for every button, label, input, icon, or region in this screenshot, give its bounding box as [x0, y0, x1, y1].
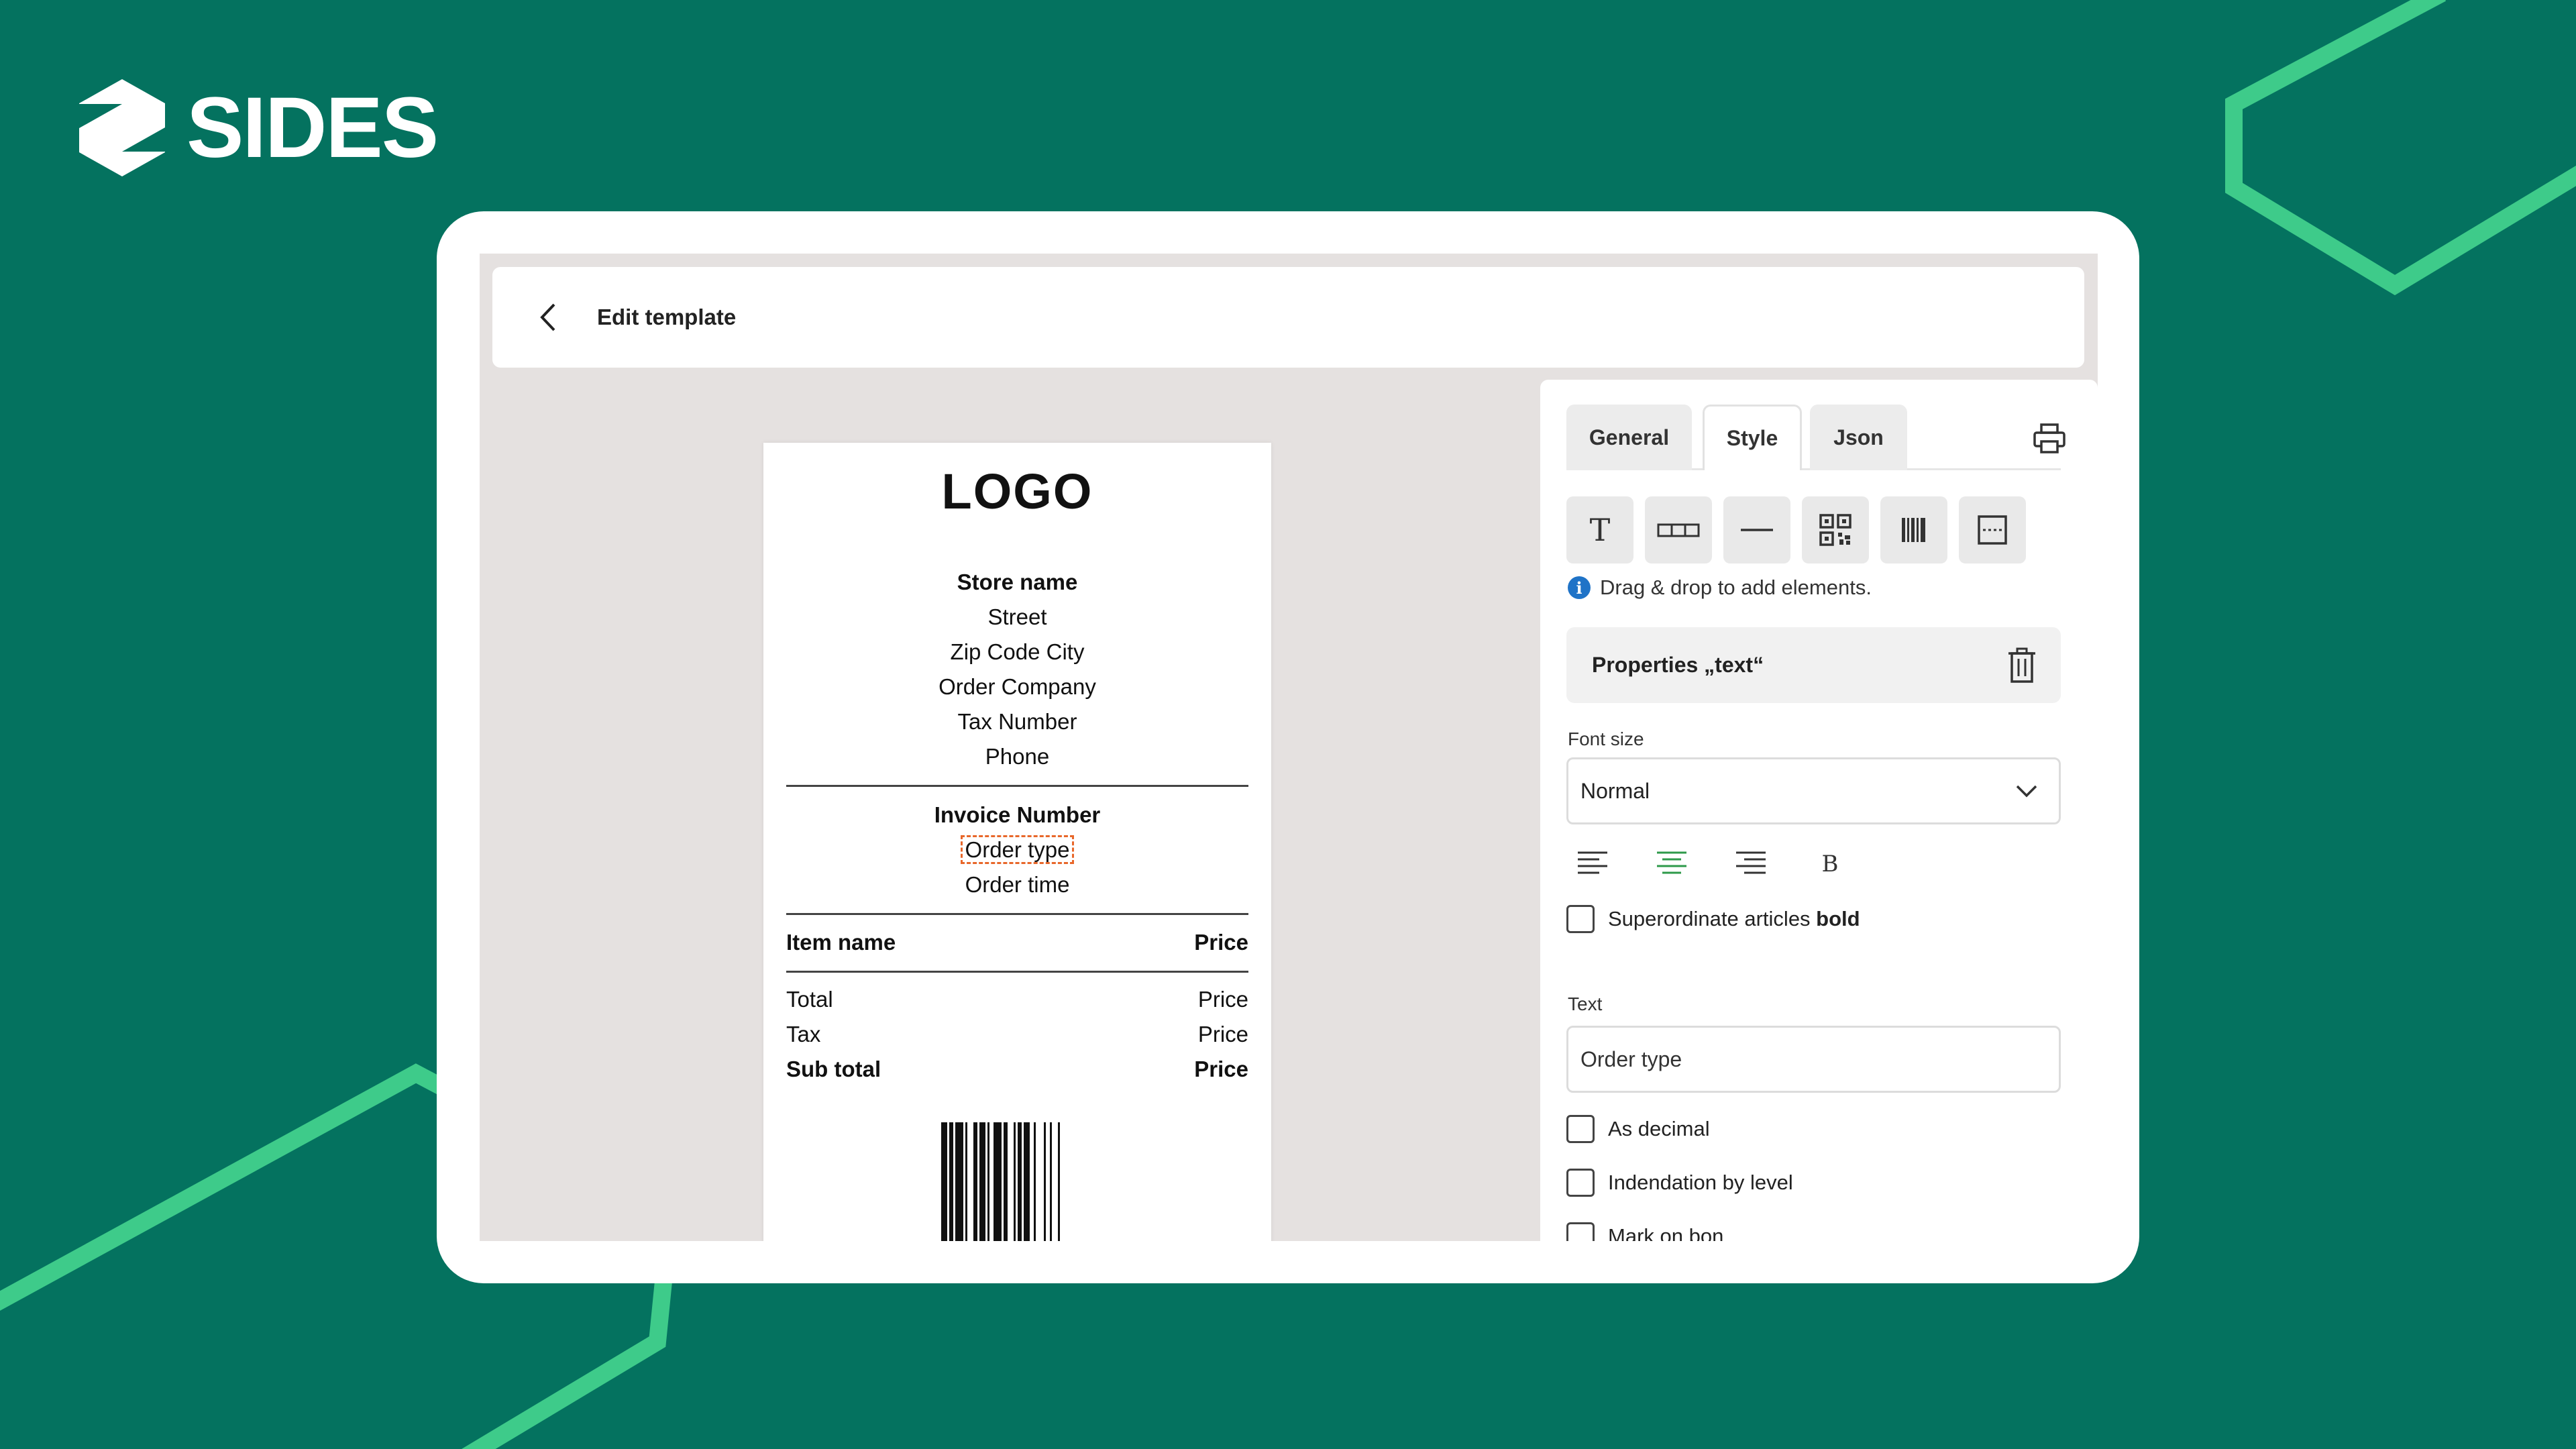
- table-tool-icon: [1657, 523, 1700, 537]
- alignment-controls: B: [1575, 846, 1847, 881]
- as-decimal-checkbox[interactable]: As decimal: [1566, 1115, 1710, 1143]
- tab-style[interactable]: Style: [1703, 405, 1802, 470]
- qr-code-tool-icon: [1819, 514, 1851, 546]
- subtotal-label: Sub total: [786, 1057, 881, 1081]
- receipt-barcode[interactable]: [941, 1122, 1094, 1241]
- printer-icon[interactable]: [2032, 421, 2067, 456]
- price-header: Price: [1194, 930, 1248, 955]
- receipt-table-header[interactable]: Item name Price: [786, 925, 1248, 960]
- tax-label: Tax: [786, 1022, 821, 1046]
- text-field-label: Text: [1568, 994, 1603, 1014]
- element-toolbar: T: [1566, 496, 2026, 564]
- text-tool-icon: T: [1590, 512, 1611, 548]
- align-right-icon[interactable]: [1733, 846, 1768, 881]
- line-tool-icon: [1741, 529, 1773, 531]
- receipt-phone[interactable]: Phone: [763, 739, 1271, 774]
- properties-title: Properties „text“: [1592, 653, 1764, 677]
- receipt-street[interactable]: Street: [763, 600, 1271, 635]
- trash-icon[interactable]: [2006, 647, 2038, 684]
- superordinate-bold-checkbox[interactable]: Superordinate articles bold: [1566, 905, 1860, 933]
- box-tool-button[interactable]: [1959, 496, 2026, 564]
- text-input[interactable]: [1566, 1026, 2061, 1093]
- back-button[interactable]: [535, 301, 562, 334]
- receipt-order-type-selected[interactable]: Order type: [960, 835, 1075, 864]
- text-tool-button[interactable]: T: [1566, 496, 1633, 564]
- receipt-preview: LOGO Store name Street Zip Code City Ord…: [763, 443, 1271, 1241]
- properties-panel: General Style Json T i Drag & drop to ad…: [1540, 380, 2098, 1241]
- receipt-order-time[interactable]: Order time: [763, 867, 1271, 902]
- brand-name: SIDES: [186, 79, 439, 176]
- superordinate-label: Superordinate articles bold: [1608, 907, 1860, 930]
- font-size-label: Font size: [1568, 729, 1644, 749]
- indentation-label: Indendation by level: [1608, 1171, 1793, 1194]
- receipt-total-row[interactable]: Total Price: [786, 982, 1248, 1017]
- receipt-store-name[interactable]: Store name: [763, 565, 1271, 600]
- tax-value: Price: [1197, 1022, 1248, 1046]
- box-tool-icon: [1978, 515, 2007, 545]
- checkbox-box[interactable]: [1566, 905, 1595, 933]
- subtotal-value: Price: [1194, 1057, 1248, 1081]
- indentation-checkbox[interactable]: Indendation by level: [1566, 1169, 1793, 1197]
- receipt-subtotal-row[interactable]: Sub total Price: [786, 1052, 1248, 1087]
- font-size-value: Normal: [1580, 778, 1650, 803]
- receipt-divider: [786, 785, 1248, 787]
- line-tool-button[interactable]: [1723, 496, 1790, 564]
- receipt-divider: [786, 971, 1248, 973]
- receipt-tax-row[interactable]: Tax Price: [786, 1017, 1248, 1052]
- mark-on-bon-checkbox[interactable]: Mark on bon: [1566, 1222, 1723, 1241]
- receipt-order-type-row: Order type: [763, 833, 1271, 867]
- total-label: Total: [786, 987, 833, 1012]
- align-center-icon[interactable]: [1654, 846, 1689, 881]
- app-screen: Edit template LOGO Store name Street Zip…: [480, 254, 2098, 1241]
- drag-drop-hint: i Drag & drop to add elements.: [1568, 576, 1872, 600]
- chevron-left-icon: [540, 303, 555, 331]
- checkbox-box[interactable]: [1566, 1222, 1595, 1241]
- page-title: Edit template: [597, 305, 737, 329]
- chevron-down-icon: [2016, 785, 2037, 798]
- align-left-icon[interactable]: [1575, 846, 1610, 881]
- svg-text:T: T: [1590, 512, 1611, 548]
- checkbox-box[interactable]: [1566, 1169, 1595, 1197]
- receipt-divider: [786, 913, 1248, 915]
- receipt-tax-number[interactable]: Tax Number: [763, 704, 1271, 739]
- sides-logo-icon: [79, 79, 165, 176]
- total-value: Price: [1197, 987, 1248, 1012]
- item-name-header: Item name: [786, 930, 896, 955]
- properties-header: Properties „text“: [1566, 627, 2061, 703]
- checkbox-box[interactable]: [1566, 1115, 1595, 1143]
- tab-json[interactable]: Json: [1810, 405, 1907, 470]
- panel-tabs: General Style Json: [1566, 405, 2061, 470]
- barcode-tool-button[interactable]: [1880, 496, 1947, 564]
- bold-icon[interactable]: B: [1813, 846, 1847, 881]
- font-size-select[interactable]: Normal: [1566, 757, 2061, 824]
- svg-text:B: B: [1822, 851, 1839, 877]
- mark-on-bon-label: Mark on bon: [1608, 1224, 1724, 1241]
- brand: SIDES: [79, 79, 439, 176]
- info-icon: i: [1568, 576, 1591, 599]
- as-decimal-label: As decimal: [1608, 1117, 1710, 1140]
- table-tool-button[interactable]: [1645, 496, 1712, 564]
- receipt-order-company[interactable]: Order Company: [763, 669, 1271, 704]
- receipt-zip-city[interactable]: Zip Code City: [763, 635, 1271, 669]
- qr-code-tool-button[interactable]: [1802, 496, 1869, 564]
- barcode-tool-icon: [1902, 518, 1925, 542]
- tab-general[interactable]: General: [1566, 405, 1692, 470]
- hint-text: Drag & drop to add elements.: [1600, 576, 1872, 599]
- receipt-logo[interactable]: LOGO: [763, 463, 1271, 520]
- receipt-invoice-number[interactable]: Invoice Number: [763, 798, 1271, 833]
- top-bar: Edit template: [492, 267, 2084, 368]
